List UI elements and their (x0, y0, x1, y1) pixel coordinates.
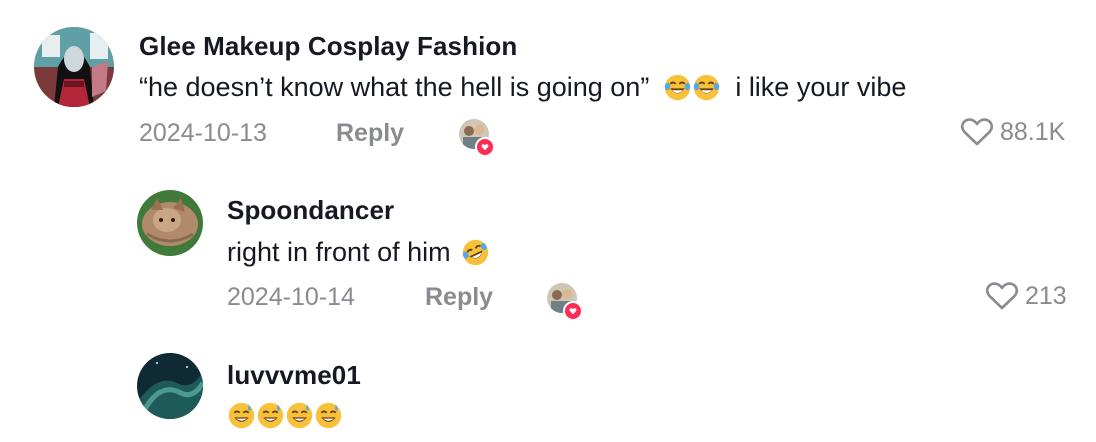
heart-outline-icon (985, 282, 1019, 310)
comment-text-tail: i like your vibe (735, 72, 907, 102)
reply-button[interactable]: Reply (425, 283, 493, 312)
heart-outline-icon (960, 118, 994, 146)
reply-button[interactable]: Reply (336, 119, 404, 148)
comment-text-body: “he doesn’t know what the hell is going … (139, 72, 650, 102)
avatar[interactable] (34, 27, 114, 107)
comment-text: right in front of him (227, 237, 490, 268)
like-count: 88.1K (1000, 117, 1066, 146)
like-button[interactable]: 213 (985, 281, 1067, 311)
face-with-tears-of-joy-icon (663, 73, 692, 102)
like-count: 213 (1025, 281, 1067, 310)
grinning-face-with-sweat-icon (256, 401, 285, 430)
comment-date: 2024-10-14 (227, 283, 355, 311)
comments-panel: Glee Makeup Cosplay Fashion “he doesn’t … (0, 0, 1096, 442)
aurora-photo-avatar-icon (137, 353, 203, 419)
like-button[interactable]: 88.1K (960, 117, 1065, 147)
grinning-face-with-sweat-icon (285, 401, 314, 430)
grinning-face-with-sweat-icon (227, 401, 256, 430)
comment-text (227, 401, 343, 430)
rolling-on-floor-laughing-icon (461, 238, 490, 267)
comment-username[interactable]: luvvvme01 (227, 360, 361, 391)
comment-username[interactable]: Glee Makeup Cosplay Fashion (139, 31, 517, 62)
comment-date: 2024-10-13 (139, 119, 267, 147)
creator-liked-badge (547, 283, 583, 321)
comment-text-body: right in front of him (227, 237, 451, 267)
comment-text: “he doesn’t know what the hell is going … (139, 72, 906, 103)
heart-badge-icon (563, 301, 583, 321)
cat-photo-avatar-icon (137, 190, 203, 256)
avatar[interactable] (137, 190, 203, 256)
heart-badge-icon (475, 137, 495, 157)
comment-username[interactable]: Spoondancer (227, 195, 394, 226)
grinning-face-with-sweat-icon (314, 401, 343, 430)
avatar[interactable] (137, 353, 203, 419)
creator-liked-badge (459, 119, 495, 157)
face-with-tears-of-joy-icon (692, 73, 721, 102)
cartoon-character-avatar-icon (34, 27, 114, 107)
